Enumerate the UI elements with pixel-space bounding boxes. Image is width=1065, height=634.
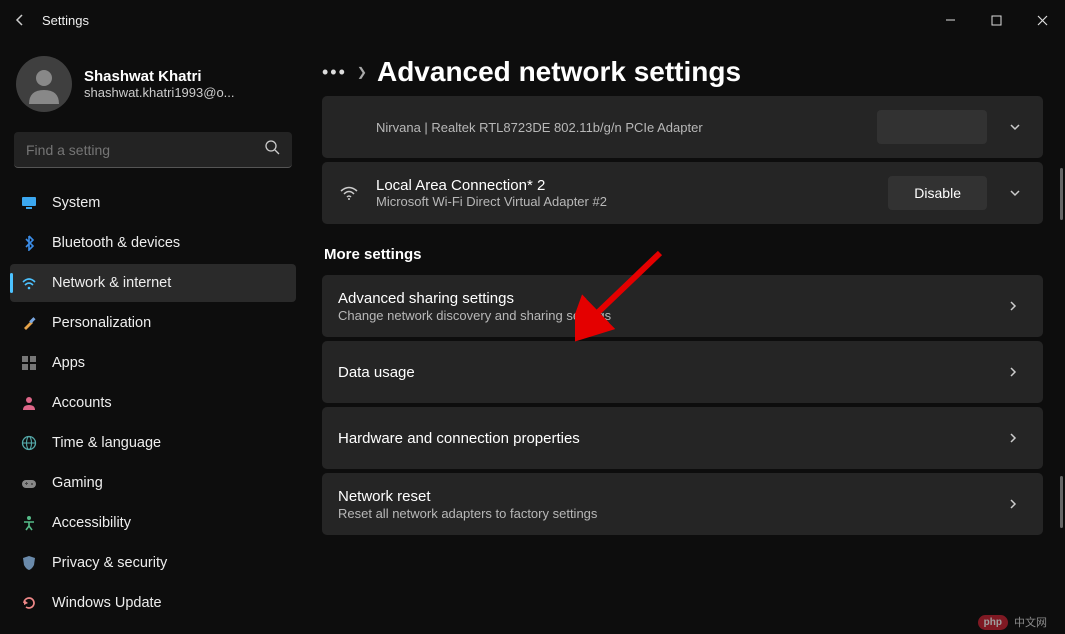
sidebar-item-accessibility[interactable]: Accessibility	[10, 504, 296, 542]
person-icon	[20, 394, 38, 412]
watermark: php 中文网	[978, 614, 1047, 630]
apps-icon	[20, 354, 38, 372]
card-title: Hardware and connection properties	[338, 430, 985, 447]
search-icon	[265, 140, 280, 160]
wifi-icon	[20, 274, 38, 292]
titlebar: Settings	[0, 0, 1065, 40]
sidebar-item-privacy-security[interactable]: Privacy & security	[10, 544, 296, 582]
avatar	[16, 56, 72, 112]
adapter-row[interactable]: Nirvana | Realtek RTL8723DE 802.11b/g/n …	[322, 96, 1043, 158]
chevron-right-icon	[999, 366, 1027, 378]
sidebar-item-label: Apps	[52, 355, 85, 371]
sidebar-item-label: System	[52, 195, 100, 211]
maximize-button[interactable]	[973, 0, 1019, 40]
wifi-icon	[336, 185, 362, 201]
adapter-sub: Microsoft Wi-Fi Direct Virtual Adapter #…	[376, 194, 874, 209]
sidebar-item-label: Network & internet	[52, 275, 171, 291]
card-title: Network reset	[338, 488, 985, 505]
adapter-row[interactable]: Local Area Connection* 2Microsoft Wi-Fi …	[322, 162, 1043, 224]
card-title: Data usage	[338, 364, 985, 381]
sidebar-item-system[interactable]: System	[10, 184, 296, 222]
monitor-icon	[20, 194, 38, 212]
card-sub: Change network discovery and sharing set…	[338, 308, 985, 323]
nav-list: System Bluetooth & devices Network & inter…	[10, 184, 296, 622]
sidebar-item-label: Accounts	[52, 395, 112, 411]
user-name: Shashwat Khatri	[84, 68, 235, 85]
search-box[interactable]	[14, 132, 292, 168]
chevron-right-icon: ❯	[357, 65, 367, 79]
more-settings-header: More settings	[324, 246, 1043, 263]
sidebar-item-label: Personalization	[52, 315, 151, 331]
adapter-name: Local Area Connection* 2	[376, 177, 874, 194]
page-title: Advanced network settings	[377, 56, 741, 88]
sidebar-item-windows-update[interactable]: Windows Update	[10, 584, 296, 622]
sidebar-item-personalization[interactable]: Personalization	[10, 304, 296, 342]
chevron-down-icon[interactable]	[1001, 121, 1029, 133]
search-input[interactable]	[26, 142, 265, 158]
close-button[interactable]	[1019, 0, 1065, 40]
shield-icon	[20, 554, 38, 572]
sidebar-item-label: Accessibility	[52, 515, 131, 531]
main-content: ••• ❯ Advanced network settings Nirvana …	[306, 40, 1065, 634]
sidebar-item-time-language[interactable]: Time & language	[10, 424, 296, 462]
card-title: Advanced sharing settings	[338, 290, 985, 307]
sidebar: Shashwat Khatri shashwat.khatri1993@o...…	[0, 40, 306, 634]
watermark-text: 中文网	[1014, 614, 1047, 630]
sidebar-item-label: Bluetooth & devices	[52, 235, 180, 251]
disable-button[interactable]: Disable	[888, 176, 987, 210]
chevron-right-icon	[999, 300, 1027, 312]
update-icon	[20, 594, 38, 612]
sidebar-item-network-internet[interactable]: Network & internet	[10, 264, 296, 302]
brush-icon	[20, 314, 38, 332]
user-email: shashwat.khatri1993@o...	[84, 85, 235, 100]
sidebar-item-label: Time & language	[52, 435, 161, 451]
settings-card-network-reset[interactable]: Network resetReset all network adapters …	[322, 473, 1043, 535]
chevron-right-icon	[999, 432, 1027, 444]
breadcrumb-more-icon[interactable]: •••	[322, 62, 347, 83]
back-button[interactable]	[12, 12, 28, 28]
scrollbar[interactable]	[1060, 476, 1063, 528]
sidebar-item-label: Gaming	[52, 475, 103, 491]
action-button[interactable]	[877, 110, 987, 144]
globe-icon	[20, 434, 38, 452]
breadcrumb: ••• ❯ Advanced network settings	[322, 56, 1043, 88]
minimize-button[interactable]	[927, 0, 973, 40]
chevron-down-icon[interactable]	[1001, 187, 1029, 199]
game-icon	[20, 474, 38, 492]
window-title: Settings	[42, 13, 89, 28]
card-sub: Reset all network adapters to factory se…	[338, 506, 985, 521]
sidebar-item-label: Privacy & security	[52, 555, 167, 571]
scrollbar[interactable]	[1060, 168, 1063, 220]
sidebar-item-apps[interactable]: Apps	[10, 344, 296, 382]
access-icon	[20, 514, 38, 532]
settings-card-hardware-and-connection-properties[interactable]: Hardware and connection properties	[322, 407, 1043, 469]
adapter-sub: Nirvana | Realtek RTL8723DE 802.11b/g/n …	[376, 120, 863, 135]
sidebar-item-accounts[interactable]: Accounts	[10, 384, 296, 422]
settings-card-data-usage[interactable]: Data usage	[322, 341, 1043, 403]
chevron-right-icon	[999, 498, 1027, 510]
sidebar-item-bluetooth-devices[interactable]: Bluetooth & devices	[10, 224, 296, 262]
bluetooth-icon	[20, 234, 38, 252]
sidebar-item-label: Windows Update	[52, 595, 162, 611]
watermark-pill: php	[978, 615, 1008, 630]
user-account[interactable]: Shashwat Khatri shashwat.khatri1993@o...	[10, 50, 296, 124]
sidebar-item-gaming[interactable]: Gaming	[10, 464, 296, 502]
settings-card-advanced-sharing-settings[interactable]: Advanced sharing settingsChange network …	[322, 275, 1043, 337]
